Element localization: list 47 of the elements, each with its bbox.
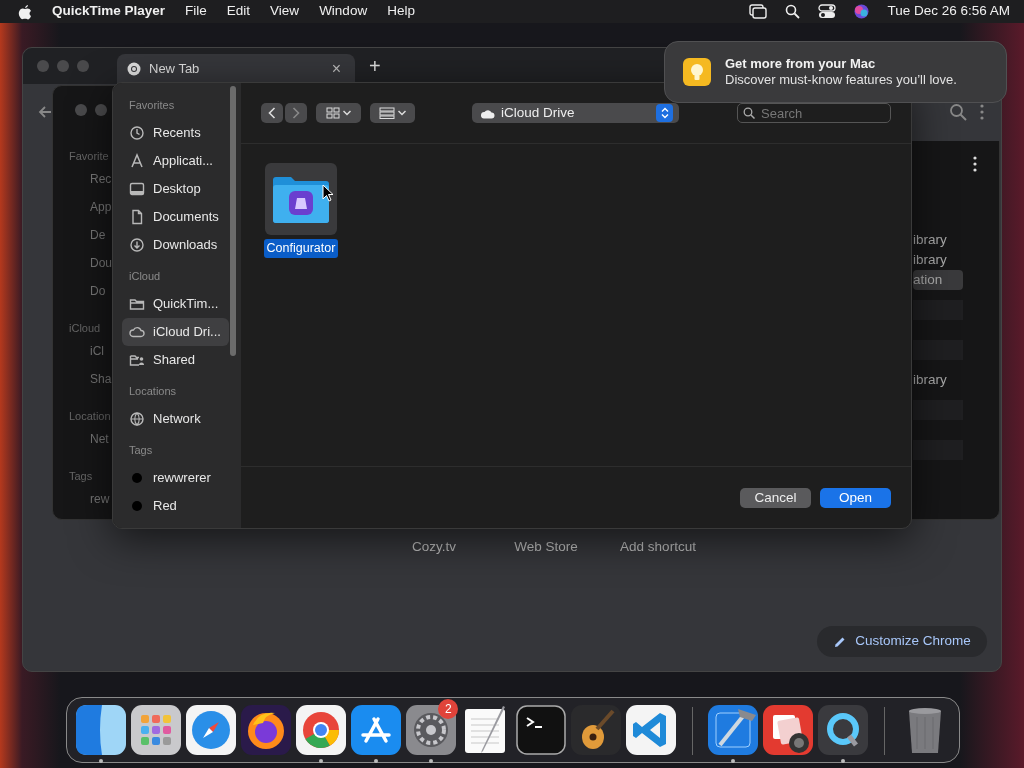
clock-text[interactable]: Tue Dec 26 6:56 AM (887, 1, 1010, 22)
list-row[interactable]: ibrary (913, 250, 963, 270)
shortcut-link[interactable]: Add shortcut (602, 536, 714, 559)
sidebar-item[interactable]: QuickTim... (122, 290, 229, 318)
notification-title: Get more from your Mac (725, 56, 877, 72)
cancel-button[interactable]: Cancel (740, 487, 811, 508)
browser-tab[interactable]: New Tab × (117, 54, 355, 84)
menu-item[interactable]: Edit (226, 1, 251, 22)
section-header: Favorites (128, 98, 176, 113)
menu-item[interactable]: Window (319, 1, 368, 22)
tag-item[interactable]: Red (122, 492, 229, 520)
shortcut-link[interactable]: Cozy.tv (378, 536, 490, 559)
sidebar-item[interactable]: Recents (122, 119, 229, 147)
notification-banner[interactable]: Get more from your Mac Discover must-know features you’ll love. (664, 41, 1007, 103)
section-header: iCloud (69, 321, 102, 336)
section-header: Tags (69, 469, 94, 484)
menu-item[interactable]: View (270, 1, 300, 22)
section-header: iCloud (128, 269, 162, 284)
tag-item[interactable]: rewwrerer (122, 464, 229, 492)
search-field[interactable]: Search (737, 103, 891, 123)
section-header: Tags (128, 443, 154, 458)
tab-title: New Tab (149, 60, 200, 79)
notification-text: Discover must-know features you’ll love. (725, 72, 957, 88)
menu-item[interactable]: Help (387, 1, 415, 22)
sidebar-item[interactable]: Desktop (122, 175, 229, 203)
sidebar-item[interactable]: Shared (122, 346, 229, 374)
location-dropdown[interactable]: iCloud Drive (472, 103, 679, 123)
sidebar-item[interactable]: Network (122, 405, 229, 433)
shortcut-link[interactable]: Web Store (490, 536, 602, 559)
section-header: Location (69, 409, 112, 424)
app-menu[interactable]: QuickTime Player (52, 1, 166, 22)
sidebar-item[interactable]: Downloads (122, 231, 229, 259)
sidebar-item[interactable]: Documents (122, 203, 229, 231)
list-row[interactable]: ation (913, 270, 963, 290)
list-row[interactable]: ibrary (913, 370, 963, 390)
open-button[interactable]: Open (820, 487, 891, 508)
file-name[interactable]: Configurator (263, 239, 339, 258)
notification-badge: 2 (438, 699, 459, 719)
sidebar-item[interactable]: iCloud Dri... (122, 318, 229, 346)
new-tab-button[interactable]: + (363, 51, 387, 81)
sidebar-item[interactable]: Applicati... (122, 147, 229, 175)
menu-item[interactable]: File (185, 1, 207, 22)
list-row[interactable]: ibrary (913, 230, 963, 250)
close-tab-button[interactable]: × (327, 57, 345, 81)
customize-button[interactable]: Customize Chrome (817, 626, 987, 657)
section-header: Locations (128, 384, 178, 399)
section-header: Favorite (69, 149, 110, 164)
